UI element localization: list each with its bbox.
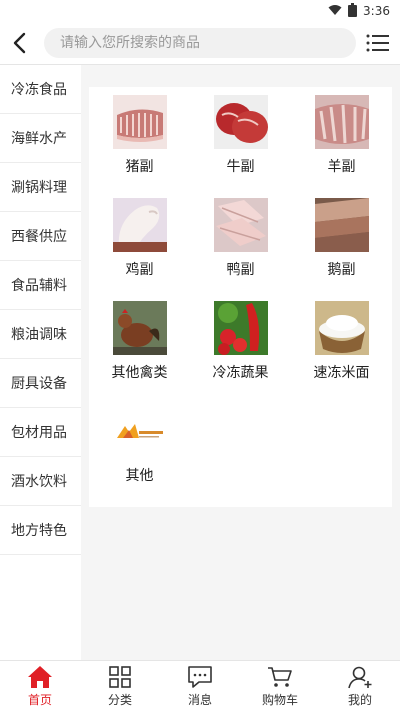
goose-image — [314, 198, 369, 252]
category-label: 其他禽类 — [111, 365, 168, 381]
rice-image — [314, 301, 369, 355]
sidebar-item-label: 涮锅料理 — [11, 180, 67, 196]
category-beef[interactable]: 牛副 — [190, 87, 291, 187]
tab-label: 分类 — [107, 693, 132, 707]
tab-cart[interactable]: 购物车 — [240, 661, 320, 711]
category-pork[interactable]: 猪副 — [89, 87, 190, 187]
chicken-leg-image — [112, 198, 167, 252]
search-box[interactable] — [44, 28, 356, 58]
back-button[interactable] — [8, 30, 32, 56]
battery-icon — [348, 2, 358, 20]
bottom-tab-bar: 首页 分类 消息 购物车 我的 — [0, 660, 400, 711]
tab-home[interactable]: 首页 — [0, 661, 80, 711]
message-icon — [188, 666, 212, 688]
home-icon — [28, 666, 52, 688]
poultry-image — [112, 301, 167, 355]
category-other-poultry[interactable]: 其他禽类 — [89, 293, 190, 393]
category-frozen-rice[interactable]: 速冻米面 — [291, 293, 392, 393]
sidebar-item-western[interactable]: 西餐供应 — [0, 212, 81, 261]
category-label: 鹅副 — [327, 262, 356, 278]
sidebar-item-label: 海鲜水产 — [11, 131, 67, 147]
cart-icon — [268, 667, 292, 687]
sidebar-item-seafood[interactable]: 海鲜水产 — [0, 114, 81, 163]
beef-image — [213, 95, 268, 149]
sidebar-item-drinks[interactable]: 酒水饮料 — [0, 457, 81, 506]
logo-image — [112, 404, 167, 458]
tab-category[interactable]: 分类 — [80, 661, 160, 711]
category-label: 鸡副 — [125, 262, 154, 278]
pork-ribs-image — [112, 95, 167, 149]
sidebar-item-label: 地方特色 — [11, 523, 67, 539]
category-sidebar: 冷冻食品 海鲜水产 涮锅料理 西餐供应 食品辅料 粮油调味 厨具设备 包材用品 … — [0, 65, 81, 660]
category-label: 牛副 — [226, 159, 255, 175]
sidebar-item-label: 冷冻食品 — [11, 82, 67, 98]
sidebar-item-label: 粮油调味 — [11, 327, 67, 343]
wifi-icon — [328, 4, 342, 19]
sidebar-item-local-specialty[interactable]: 地方特色 — [0, 506, 81, 555]
sidebar-item-label: 包材用品 — [11, 425, 67, 441]
category-frozen-veg[interactable]: 冷冻蔬果 — [190, 293, 291, 393]
status-time: 3:36 — [363, 4, 390, 18]
tab-label: 首页 — [27, 693, 52, 707]
sidebar-item-kitchenware[interactable]: 厨具设备 — [0, 359, 81, 408]
category-other[interactable]: 其他 — [89, 396, 190, 496]
sidebar-item-label: 西餐供应 — [11, 229, 67, 245]
tab-label: 消息 — [187, 693, 212, 707]
sidebar-item-ingredients[interactable]: 食品辅料 — [0, 261, 81, 310]
category-label: 其他 — [125, 468, 154, 484]
sidebar-item-label: 厨具设备 — [11, 376, 67, 392]
chevron-left-icon — [13, 32, 26, 54]
sidebar-item-label: 酒水饮料 — [11, 474, 67, 490]
search-input[interactable] — [58, 34, 356, 52]
category-goose[interactable]: 鹅副 — [291, 190, 392, 290]
sidebar-item-label: 食品辅料 — [11, 278, 67, 294]
category-label: 羊副 — [327, 159, 356, 175]
tab-profile[interactable]: 我的 — [320, 661, 400, 711]
category-label: 冷冻蔬果 — [212, 365, 269, 381]
list-menu-icon — [366, 34, 389, 52]
lamb-ribs-image — [314, 95, 369, 149]
sidebar-item-grain-oil[interactable]: 粮油调味 — [0, 310, 81, 359]
category-duck[interactable]: 鸭副 — [190, 190, 291, 290]
sidebar-item-hotpot[interactable]: 涮锅料理 — [0, 163, 81, 212]
category-lamb[interactable]: 羊副 — [291, 87, 392, 187]
vegetables-image — [213, 301, 268, 355]
category-label: 猪副 — [125, 159, 154, 175]
status-bar: 3:36 — [0, 0, 400, 22]
duck-image — [213, 198, 268, 252]
top-bar — [0, 22, 400, 65]
tab-label: 购物车 — [261, 693, 298, 707]
category-label: 速冻米面 — [313, 365, 370, 381]
tab-label: 我的 — [347, 693, 372, 707]
category-label: 鸭副 — [226, 262, 255, 278]
subcategory-panel: 猪副 牛副 羊副 鸡副 鸭副 鹅副 其他禽类 冷冻蔬果 速冻米面 其他 — [89, 87, 392, 507]
sidebar-item-frozen-food[interactable]: 冷冻食品 — [0, 65, 81, 114]
category-chicken[interactable]: 鸡副 — [89, 190, 190, 290]
sidebar-item-packaging[interactable]: 包材用品 — [0, 408, 81, 457]
user-icon — [348, 666, 372, 689]
menu-button[interactable] — [366, 33, 390, 53]
tab-messages[interactable]: 消息 — [160, 661, 240, 711]
grid-icon — [109, 666, 131, 688]
